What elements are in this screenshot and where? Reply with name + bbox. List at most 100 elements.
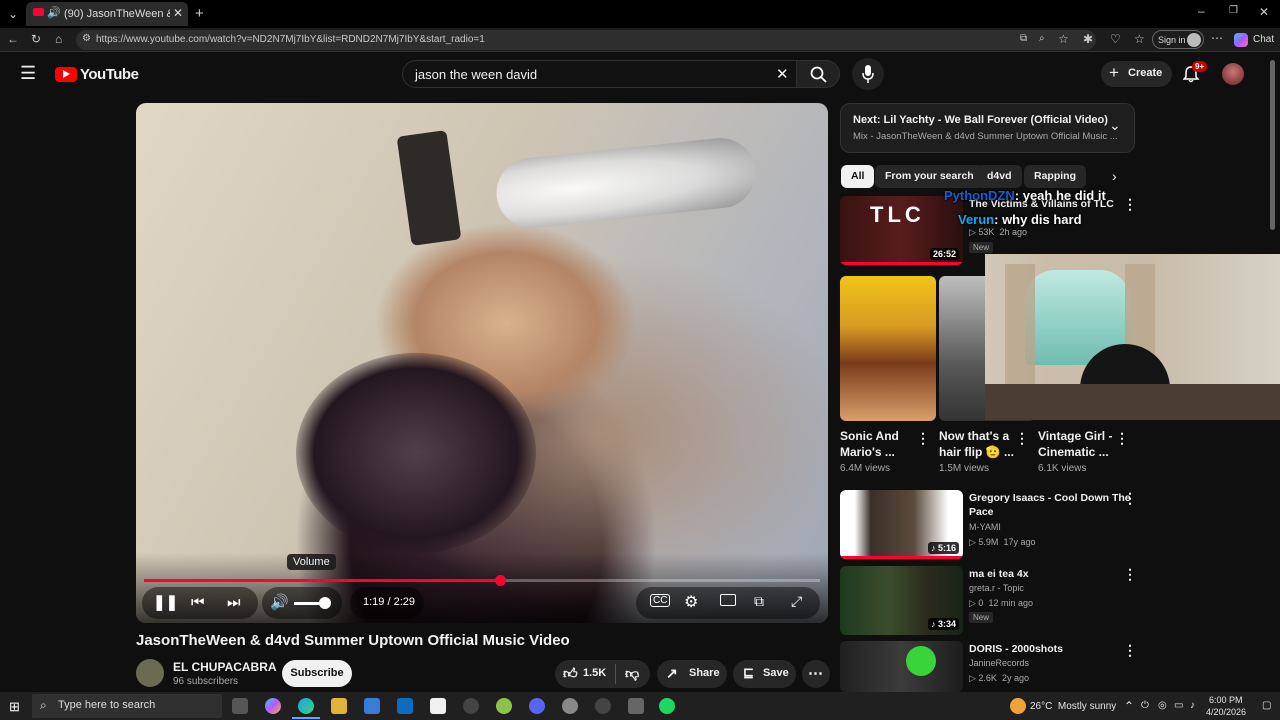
- copilot-chat-label[interactable]: Chat: [1253, 34, 1274, 45]
- discord-icon[interactable]: [529, 698, 545, 714]
- short-more-icon[interactable]: ⋮: [1015, 430, 1029, 447]
- tray-display-icon[interactable]: ▭: [1174, 700, 1183, 711]
- browser-sign-in-button[interactable]: Sign in: [1152, 30, 1204, 49]
- tray-mic-icon[interactable]: ♪: [1190, 700, 1195, 711]
- extensions-icon[interactable]: ✱: [1083, 32, 1093, 46]
- rec-thumbnail-4[interactable]: [840, 641, 963, 692]
- channel-name[interactable]: EL CHUPACABRA: [173, 660, 277, 674]
- browser-tab[interactable]: 🔊 (90) JasonTheWeen & d4vd S ✕: [26, 2, 188, 26]
- favorite-star-icon[interactable]: ☆: [1058, 32, 1069, 46]
- edge-icon[interactable]: [298, 698, 314, 714]
- rec-channel-4[interactable]: JanineRecords: [969, 658, 1029, 668]
- short-thumbnail-1[interactable]: [840, 276, 936, 421]
- short-more-icon[interactable]: ⋮: [916, 430, 930, 447]
- file-explorer-icon[interactable]: [331, 698, 347, 714]
- hamburger-menu-icon[interactable]: ☰: [20, 63, 36, 84]
- taskbar-search-input[interactable]: ⌕ Type here to search: [32, 694, 222, 718]
- rec-title-4[interactable]: DORIS - 2000shots: [969, 642, 1063, 656]
- more-actions-button[interactable]: ⋯: [802, 660, 830, 688]
- task-view-icon[interactable]: [232, 698, 248, 714]
- rec-channel-3[interactable]: greta.r - Topic: [969, 583, 1024, 593]
- channel-avatar[interactable]: [136, 659, 164, 687]
- zoom-icon[interactable]: ⌕: [1039, 33, 1045, 44]
- settings-gear-icon[interactable]: ⚙: [684, 592, 698, 612]
- next-icon[interactable]: ⏭: [227, 594, 241, 611]
- copilot-taskbar-icon[interactable]: [265, 698, 281, 714]
- volume-slider-knob[interactable]: [318, 597, 331, 609]
- rec-thumbnail-1[interactable]: TLC 26:52: [840, 196, 963, 265]
- spotify-icon[interactable]: [659, 698, 675, 714]
- reload-icon[interactable]: ↻: [31, 32, 41, 46]
- obs-icon[interactable]: [628, 698, 644, 714]
- up-next-panel[interactable]: Next: Lil Yachty - We Ball Forever (Offi…: [840, 103, 1135, 153]
- rec-more-icon[interactable]: ⋮: [1123, 196, 1137, 213]
- tab-audio-icon[interactable]: 🔊: [47, 6, 61, 19]
- chip-from-your-search[interactable]: From your search: [875, 165, 984, 188]
- tab-list-icon[interactable]: ⌄: [8, 7, 18, 21]
- share-button[interactable]: ↗ Share: [657, 660, 727, 688]
- clock-time[interactable]: 6:00 PM: [1209, 695, 1243, 705]
- short-more-icon[interactable]: ⋮: [1115, 430, 1129, 447]
- search-input[interactable]: jason the ween david ✕: [402, 60, 797, 88]
- account-avatar[interactable]: [1222, 63, 1244, 85]
- back-icon[interactable]: ←: [7, 32, 19, 46]
- url-field[interactable]: ⚙ https://www.youtube.com/watch?v=ND2N7M…: [76, 30, 1096, 50]
- save-button[interactable]: ⊑ Save: [733, 660, 796, 688]
- dislike-icon[interactable]: 👎︎: [625, 665, 639, 682]
- rec-title-2[interactable]: Gregory Isaacs - Cool Down The Pace: [969, 491, 1131, 519]
- page-scrollbar[interactable]: [1270, 60, 1275, 230]
- chevron-down-icon[interactable]: ⌄: [1109, 117, 1121, 134]
- short-title-3[interactable]: Vintage Girl - Cinematic ...: [1038, 428, 1112, 460]
- rec-more-icon[interactable]: ⋮: [1123, 642, 1137, 659]
- short-title-2[interactable]: Now that's a hair flip 🫡 ...: [939, 428, 1014, 460]
- fullscreen-icon[interactable]: ⤢: [791, 593, 802, 610]
- tray-overflow-icon[interactable]: ⌃: [1124, 699, 1134, 713]
- mail-icon[interactable]: [397, 698, 413, 714]
- like-count[interactable]: 1.5K: [583, 667, 606, 679]
- app-icon[interactable]: [463, 698, 479, 714]
- subtitles-icon[interactable]: CC: [650, 594, 671, 607]
- app-icon[interactable]: ⧉: [1020, 33, 1027, 44]
- clock-date[interactable]: 4/20/2026: [1206, 707, 1246, 717]
- tab-close-icon[interactable]: ✕: [173, 6, 183, 20]
- xbox-icon[interactable]: [496, 698, 512, 714]
- new-tab-icon[interactable]: +: [195, 5, 204, 22]
- voice-search-button[interactable]: [852, 58, 884, 90]
- notifications-button[interactable]: 9+: [1180, 61, 1208, 84]
- miniplayer-icon[interactable]: [720, 594, 736, 606]
- rec-title-3[interactable]: ma ei tea 4x: [969, 567, 1029, 581]
- restore-icon[interactable]: ❐: [1229, 5, 1238, 16]
- weather-text[interactable]: 26°C Mostly sunny: [1030, 701, 1116, 712]
- microsoft-store-icon[interactable]: [364, 698, 380, 714]
- copilot-icon[interactable]: [1234, 33, 1248, 47]
- notepad-icon[interactable]: [430, 698, 446, 714]
- rec-more-icon[interactable]: ⋮: [1123, 566, 1137, 583]
- search-button[interactable]: [796, 60, 840, 88]
- tray-headset-icon[interactable]: ◎: [1158, 700, 1167, 711]
- cast-icon[interactable]: ⧉: [754, 593, 764, 610]
- short-title-1[interactable]: Sonic And Mario's ...: [840, 428, 899, 460]
- chip-rapping[interactable]: Rapping: [1024, 165, 1086, 188]
- rec-channel-2[interactable]: M-YAMI: [969, 522, 1001, 532]
- settings-more-icon[interactable]: ⋯: [1211, 31, 1223, 45]
- notification-center-icon[interactable]: ▢: [1262, 700, 1271, 711]
- site-info-icon[interactable]: ⚙: [82, 33, 91, 44]
- subscribe-button[interactable]: Subscribe: [282, 660, 352, 687]
- home-icon[interactable]: ⌂: [55, 32, 62, 46]
- collections-icon[interactable]: ☆: [1134, 32, 1145, 46]
- chip-all[interactable]: All: [841, 165, 875, 188]
- windows-start-icon[interactable]: ⊞: [9, 699, 20, 715]
- tray-network-icon[interactable]: ⏻: [1141, 700, 1149, 711]
- app-icon[interactable]: [595, 698, 611, 714]
- rec-more-icon[interactable]: ⋮: [1123, 490, 1137, 507]
- steam-icon[interactable]: [562, 698, 578, 714]
- window-close-icon[interactable]: ✕: [1259, 5, 1269, 19]
- chip-d4vd[interactable]: d4vd: [977, 165, 1022, 188]
- weather-icon[interactable]: [1010, 698, 1026, 714]
- rec-thumbnail-3[interactable]: ♪ 3:34: [840, 566, 963, 635]
- previous-icon[interactable]: ⏮: [191, 594, 205, 611]
- like-icon[interactable]: 👍︎: [563, 665, 578, 682]
- create-button[interactable]: + Create: [1101, 61, 1172, 87]
- progress-bar[interactable]: [144, 575, 820, 586]
- clear-search-icon[interactable]: ✕: [776, 65, 789, 83]
